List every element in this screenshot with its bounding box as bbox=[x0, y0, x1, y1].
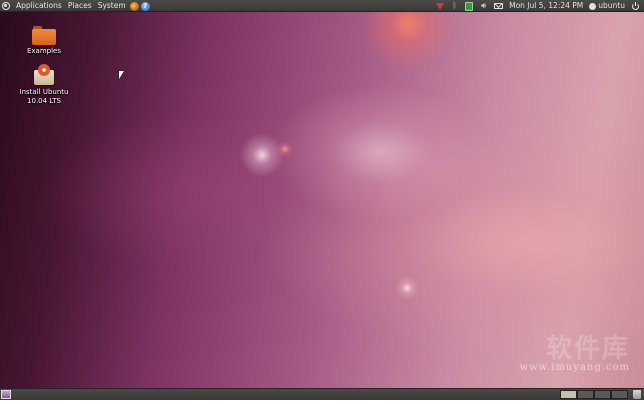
menu-places[interactable]: Places bbox=[65, 0, 95, 12]
power-icon[interactable] bbox=[632, 1, 639, 10]
user-icon bbox=[589, 2, 597, 10]
workspace-3[interactable] bbox=[594, 390, 611, 399]
user-menu[interactable]: ubuntu bbox=[586, 0, 628, 12]
network-icon[interactable] bbox=[436, 2, 445, 10]
desktop-icon-label: Examples bbox=[26, 47, 61, 55]
help-icon[interactable]: ? bbox=[140, 1, 150, 11]
ubuntu-logo-icon bbox=[2, 2, 10, 10]
volume-icon[interactable]: 🔊︎ bbox=[479, 1, 488, 11]
folder-icon bbox=[32, 26, 56, 45]
installer-icon bbox=[32, 64, 56, 86]
desktop-icon-examples[interactable]: Examples bbox=[9, 26, 79, 56]
watermark-logo: 软件库 bbox=[545, 334, 630, 364]
user-name: ubuntu bbox=[598, 1, 625, 10]
workspace-2[interactable] bbox=[577, 390, 594, 399]
top-panel: Applications Places System ? ᛒ 🔊︎ Mon Ju… bbox=[0, 0, 644, 12]
show-desktop-button[interactable] bbox=[1, 390, 11, 399]
menu-system[interactable]: System bbox=[95, 0, 129, 12]
desktop-background[interactable]: Examples Install Ubuntu 10.04 LTS 软件库 ww… bbox=[0, 12, 644, 388]
bluetooth-icon[interactable]: ᛒ bbox=[450, 1, 459, 11]
desktop-icon-label: Install Ubuntu 10.04 LTS bbox=[19, 88, 69, 105]
workspace-4[interactable] bbox=[611, 390, 628, 399]
mail-icon[interactable] bbox=[494, 3, 504, 9]
menu-applications[interactable]: Applications bbox=[13, 0, 65, 12]
trash-icon[interactable] bbox=[633, 390, 641, 399]
workspace-switcher[interactable] bbox=[560, 390, 628, 399]
clock[interactable]: Mon Jul 5, 12:24 PM bbox=[506, 0, 586, 12]
watermark: 软件库 www.imuyang.com bbox=[519, 336, 630, 374]
mouse-pointer-icon bbox=[119, 71, 124, 79]
battery-icon[interactable] bbox=[465, 1, 474, 11]
bottom-panel bbox=[0, 388, 644, 400]
workspace-1[interactable] bbox=[560, 390, 577, 399]
watermark-url: www.imuyang.com bbox=[519, 362, 630, 373]
desktop-icon-install-ubuntu[interactable]: Install Ubuntu 10.04 LTS bbox=[9, 64, 79, 105]
firefox-icon[interactable] bbox=[129, 1, 139, 11]
screen: Examples Install Ubuntu 10.04 LTS 软件库 ww… bbox=[0, 0, 644, 404]
screen-edge bbox=[0, 400, 644, 404]
